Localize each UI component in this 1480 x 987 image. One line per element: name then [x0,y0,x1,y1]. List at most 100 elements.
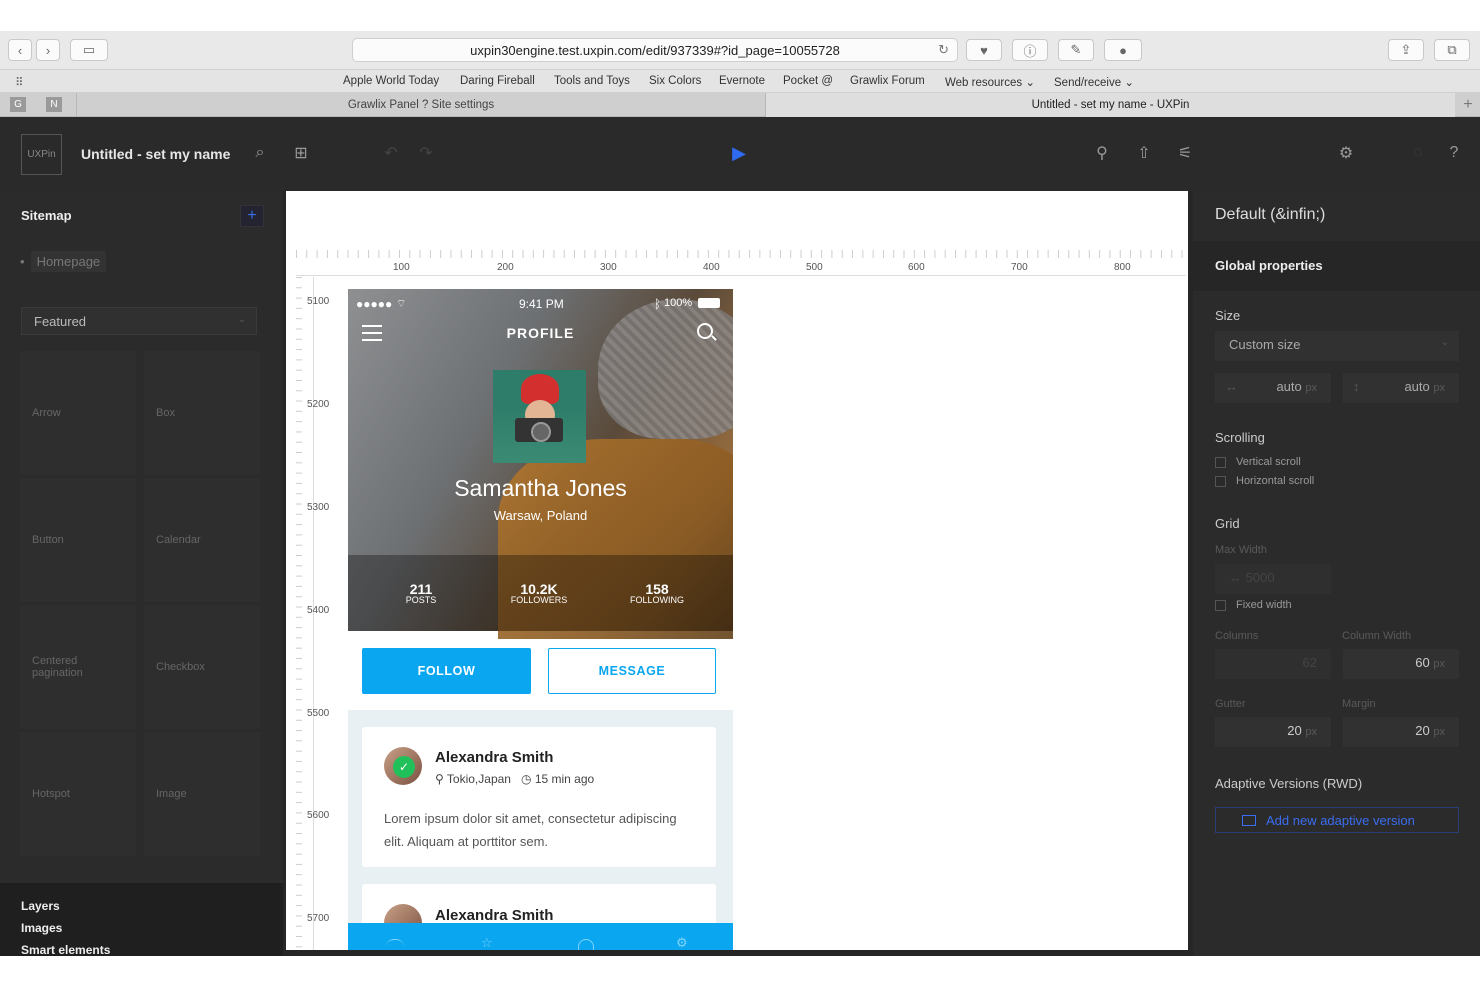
library-item-checkbox[interactable]: Checkbox [144,605,260,729]
bookmark[interactable]: Web resources ⌄ [945,75,1035,89]
section-images[interactable]: Images [21,921,62,935]
message-button[interactable]: MESSAGE [548,648,716,694]
bookmark[interactable]: Pocket @ [783,75,833,87]
add-frame-icon[interactable]: ⊞ [291,143,311,163]
post-card[interactable]: ✓ Alexandra Smith ⚲ Tokio,Japan ◷ 15 min… [362,727,716,867]
margin-field[interactable]: 20 px [1343,717,1459,747]
fixed-width-checkbox[interactable]: Fixed width [1215,599,1292,611]
bookmark[interactable]: Send/receive ⌄ [1054,75,1134,89]
max-width-field[interactable]: ↔ 5000 [1215,564,1331,594]
check-icon: ✓ [393,756,415,778]
pocket-icon[interactable]: ♥ [966,39,1002,61]
pinned-tab[interactable]: N [46,97,62,112]
back-button[interactable]: ‹ [8,39,32,61]
home-icon[interactable] [578,939,594,950]
url-bar[interactable]: uxpin30engine.test.uxpin.com/edit/937339… [352,38,958,62]
undo-icon[interactable]: ↶ [381,143,401,163]
bookmark[interactable]: Evernote [719,75,765,87]
share-icon[interactable]: ⇪ [1388,39,1424,61]
location-pin-icon: ⚲ [435,772,444,786]
library-item-image[interactable]: Image [144,732,260,856]
column-width-value: 60 [1415,655,1430,670]
tab-label: Untitled - set my name - UXPin [1031,99,1190,111]
column-width-field[interactable]: 60 px [1343,649,1459,679]
library-item-label: Calendar [156,534,201,546]
phone-mockup[interactable]: ●●●●● ⌔ 9:41 PM ᛒ 100% PROFILE Samantha … [348,289,733,950]
bookmark[interactable]: Six Colors [649,75,701,87]
ruler-label: 700 [1011,262,1028,273]
evernote-icon[interactable]: ✎ [1058,39,1094,61]
add-page-button[interactable]: + [240,205,264,227]
tab-uxpin[interactable]: Untitled - set my name - UXPin [765,93,1455,117]
clock-icon: ◷ [520,772,532,786]
follow-button[interactable]: FOLLOW [362,648,531,694]
uxpin-editor: UXPin Untitled - set my name ⌕ ⊞ ↶ ↷ ▶ ⚲… [0,117,1480,956]
bookmark[interactable]: Grawlix Forum [850,75,925,87]
search-icon[interactable]: ⌕ [250,143,270,163]
sitemap-item-label: Homepage [30,251,107,272]
ruler-label: 5400 [307,605,330,616]
width-field[interactable]: ↔ auto px [1215,373,1331,403]
library-item-calendar[interactable]: Calendar [144,478,260,602]
library-item-button[interactable]: Button [20,478,136,602]
ruler-label: 5700 [307,913,330,924]
pinned-tab[interactable]: G [10,97,26,112]
ruler-label: 5500 [307,708,330,719]
section-smart-elements[interactable]: Smart elements [21,943,110,956]
search-icon[interactable] [697,323,713,339]
sidebar-toggle-icon[interactable]: ▭ [70,39,108,61]
bookmark[interactable]: Daring Fireball [460,75,535,87]
library-item-arrow[interactable]: Arrow [20,351,136,475]
height-field[interactable]: ↕ auto px [1343,373,1459,403]
gear-icon[interactable]: ⚙ [1336,143,1356,163]
ruler-label: 300 [600,262,617,273]
unit-label: px [1433,382,1445,394]
reload-icon[interactable]: ↻ [938,42,949,58]
stat-following[interactable]: 158 FOLLOWING [607,581,707,605]
library-item-centered-pagination[interactable]: Centered pagination [20,605,136,729]
settings-toggle-icon[interactable]: ⚟ [1175,143,1195,163]
hero-photo-hat [598,299,733,439]
feed-icon[interactable] [386,939,404,947]
unit-label: px [1305,726,1317,738]
columns-field[interactable]: 62 [1215,649,1331,679]
loading-icon: ◌ [1413,144,1423,161]
library-item-hotspot[interactable]: Hotspot [20,732,136,856]
vertical-scroll-checkbox[interactable]: Vertical scroll [1215,456,1301,468]
bluetooth-icon: ᛒ [654,297,662,311]
help-icon[interactable]: ? [1444,143,1464,163]
add-user-icon[interactable]: ⚲ [1092,143,1112,163]
uxpin-logo[interactable]: UXPin [21,134,62,175]
horizontal-scroll-checkbox[interactable]: Horizontal scroll [1215,475,1314,487]
gutter-field[interactable]: 20 px [1215,717,1331,747]
library-item-box[interactable]: Box [144,351,260,475]
tabs-overview-icon[interactable]: ⧉ [1434,39,1470,61]
settings-icon[interactable]: ⚙ [676,935,692,950]
play-preview-icon[interactable]: ▶ [729,143,749,163]
bookmark[interactable]: Apple World Today [343,75,439,87]
library-select[interactable]: Featured ⌄ [21,307,257,335]
tab-grawlix[interactable]: Grawlix Panel ? Site settings [76,93,765,117]
new-tab-button[interactable]: + [1456,93,1480,117]
stat-followers[interactable]: 10.2K FOLLOWERS [489,581,589,605]
size-select[interactable]: Custom size ⌄ [1215,331,1459,361]
export-icon[interactable]: ⇧ [1134,143,1154,163]
section-layers[interactable]: Layers [21,899,60,913]
bookmark[interactable]: Tools and Toys [554,75,630,87]
redo-icon[interactable]: ↷ [416,143,436,163]
onepassword-icon[interactable]: ⓘ [1012,39,1048,61]
adblock-icon[interactable]: ● [1104,39,1142,61]
width-arrow-icon: ↔ [1229,570,1242,585]
add-adaptive-version-button[interactable]: Add new adaptive version [1215,807,1459,833]
status-time: 9:41 PM [519,297,564,311]
stat-posts[interactable]: 211 POSTS [371,581,471,605]
global-properties-header: Global properties [1193,241,1480,291]
project-title[interactable]: Untitled - set my name [81,146,230,162]
apps-grid-icon[interactable]: ⠿ [15,75,23,89]
star-icon[interactable]: ☆ [481,935,497,950]
forward-button[interactable]: › [36,39,60,61]
adaptive-version-title[interactable]: Default (&infin;) [1215,206,1325,224]
post-time: 15 min ago [534,772,595,786]
stat-label: POSTS [405,595,437,605]
sitemap-item-homepage[interactable]: • Homepage [20,251,107,272]
